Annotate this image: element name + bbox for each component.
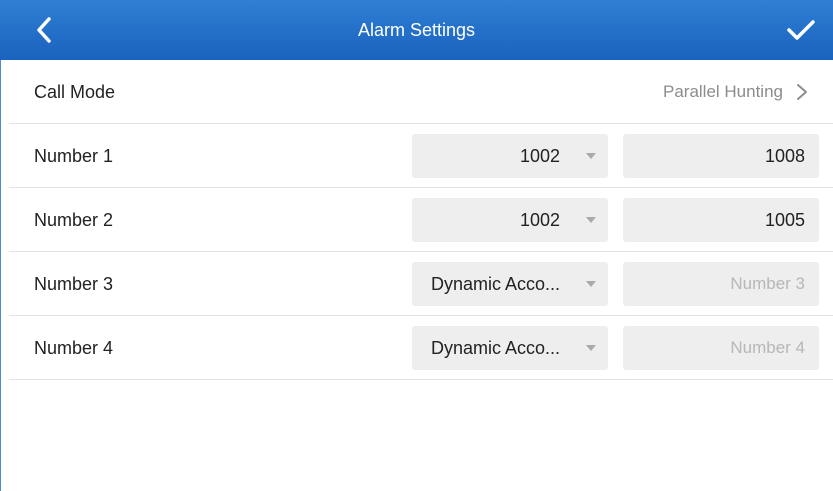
account-select[interactable]: 1002 [412, 198, 608, 242]
dropdown-arrow-icon [586, 281, 596, 287]
dropdown-arrow-icon [586, 345, 596, 351]
account-select-value: Dynamic Acco... [430, 338, 560, 358]
dropdown-arrow-icon [586, 153, 596, 159]
account-select-value: Dynamic Acco... [430, 274, 560, 294]
account-select-value: 1002 [519, 146, 560, 166]
number-row-1: Number 1 1002 1008 [9, 124, 833, 188]
number-label: Number 1 [34, 146, 114, 166]
number-label: Number 2 [34, 210, 114, 230]
account-select[interactable]: 1002 [412, 134, 608, 178]
page-title: Alarm Settings [357, 20, 476, 40]
number-label: Number 4 [34, 338, 114, 358]
number-input[interactable]: Number 4 [623, 326, 819, 370]
confirm-button[interactable] [781, 12, 821, 48]
number-row-3: Number 3 Dynamic Acco... Number 3 [9, 252, 833, 316]
call-mode-value: Parallel Hunting [662, 82, 783, 101]
chevron-right-icon [797, 84, 807, 100]
left-edge-rule [0, 0, 1, 491]
number-label: Number 3 [34, 274, 114, 294]
number-row-2: Number 2 1002 1005 [9, 188, 833, 252]
account-select-value: 1002 [519, 210, 560, 230]
call-mode-row[interactable]: Call Mode Parallel Hunting [9, 60, 833, 124]
number-input-placeholder: Number 3 [730, 274, 805, 293]
call-mode-label: Call Mode [34, 82, 116, 102]
account-select[interactable]: Dynamic Acco... [412, 326, 608, 370]
number-input-value: 1005 [764, 210, 805, 230]
number-input-value: 1008 [764, 146, 805, 166]
title-bar: Alarm Settings [0, 0, 833, 60]
dropdown-arrow-icon [586, 217, 596, 223]
number-input-placeholder: Number 4 [730, 338, 805, 357]
number-row-4: Number 4 Dynamic Acco... Number 4 [9, 316, 833, 380]
number-input[interactable]: Number 3 [623, 262, 819, 306]
number-input[interactable]: 1008 [623, 134, 819, 178]
number-input[interactable]: 1005 [623, 198, 819, 242]
account-select[interactable]: Dynamic Acco... [412, 262, 608, 306]
check-icon [787, 20, 815, 40]
